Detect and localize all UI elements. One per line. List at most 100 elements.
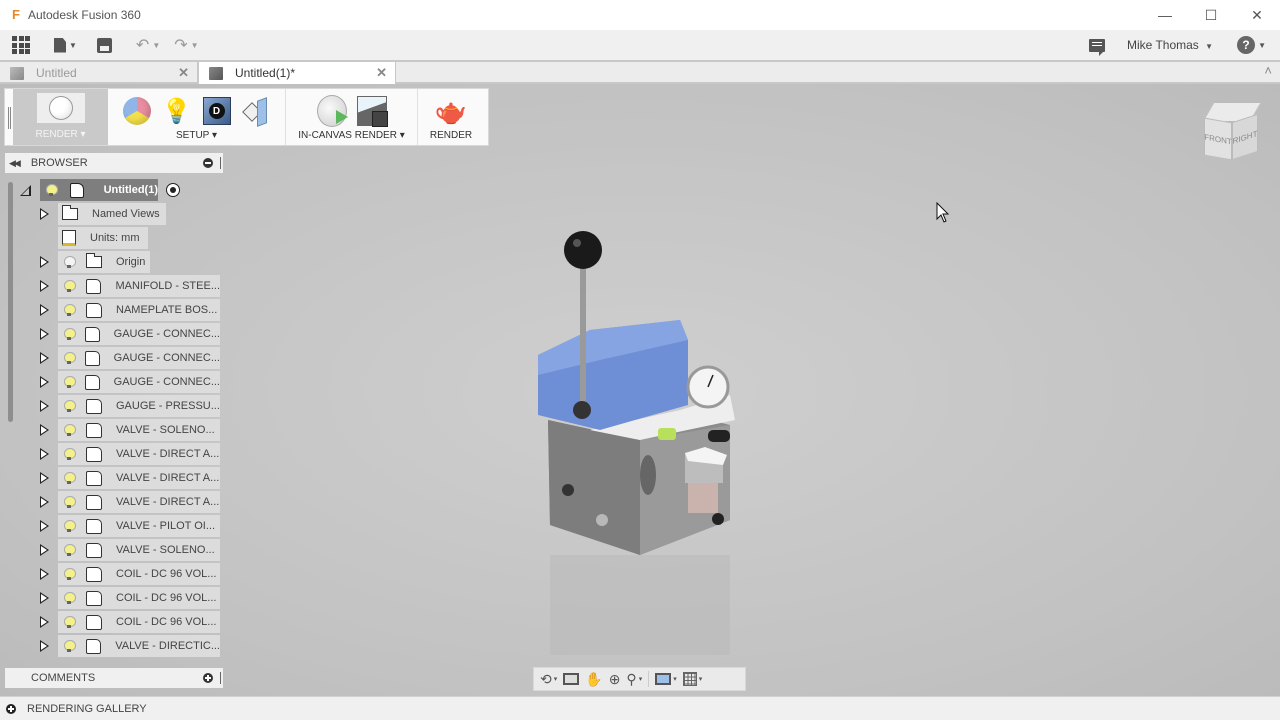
tree-item[interactable]: VALVE - DIRECT A... — [0, 491, 230, 513]
tree-item[interactable]: GAUGE - CONNEC... — [0, 347, 230, 369]
section-analysis-button[interactable] — [242, 96, 272, 126]
expand-closed-icon[interactable] — [40, 472, 49, 484]
tree-item[interactable]: COIL - DC 96 VOL... — [0, 587, 230, 609]
expand-closed-icon[interactable] — [40, 640, 49, 652]
user-menu[interactable]: Mike Thomas ▼ — [1127, 38, 1213, 52]
tree-node[interactable]: COIL - DC 96 VOL... — [58, 611, 220, 633]
hydraulic-manifold-model[interactable] — [530, 225, 760, 665]
expand-closed-icon[interactable] — [40, 256, 49, 268]
tree-item[interactable]: COIL - DC 96 VOL... — [0, 611, 230, 633]
visibility-bulb-icon[interactable] — [64, 424, 76, 436]
viewcube-front-face[interactable]: FRONT — [1204, 117, 1232, 161]
tab-untitled[interactable]: Untitled ✕ — [0, 62, 198, 84]
tree-node[interactable]: GAUGE - CONNEC... — [58, 371, 220, 393]
tree-node[interactable]: Origin — [58, 251, 150, 273]
zoom-button[interactable]: ⊕ — [609, 669, 621, 689]
in-canvas-render-dropdown[interactable]: IN-CANVAS RENDER ▾ — [298, 130, 405, 141]
texture-map-button[interactable]: D — [202, 96, 232, 126]
expand-closed-icon[interactable] — [40, 568, 49, 580]
visibility-bulb-icon[interactable] — [64, 328, 77, 340]
tab-untitled-1[interactable]: Untitled(1)* ✕ — [198, 62, 396, 84]
tree-item[interactable]: Origin — [0, 251, 230, 273]
tree-item[interactable]: VALVE - DIRECT A... — [0, 467, 230, 489]
tree-node[interactable]: GAUGE - PRESSU... — [58, 395, 220, 417]
tree-node[interactable]: VALVE - SOLENO... — [58, 419, 220, 441]
tree-item[interactable]: MANIFOLD - STEE... — [0, 275, 230, 297]
viewcube-right-face[interactable]: RIGHT — [1232, 113, 1258, 161]
expand-closed-icon[interactable] — [40, 376, 49, 388]
expand-closed-icon[interactable] — [40, 496, 49, 508]
collapse-toolbar-icon[interactable]: ˄ — [1264, 63, 1272, 78]
look-at-button[interactable] — [563, 669, 580, 689]
tree-item[interactable]: VALVE - SOLENO... — [0, 419, 230, 441]
visibility-bulb-icon[interactable] — [64, 256, 76, 268]
tree-node[interactable]: COIL - DC 96 VOL... — [58, 563, 220, 585]
viewcube[interactable]: FRONT RIGHT — [1200, 100, 1264, 164]
tree-node[interactable]: COIL - DC 96 VOL... — [58, 587, 220, 609]
minimize-button[interactable]: — — [1142, 0, 1188, 30]
redo-button[interactable]: ↷ ▼ — [160, 30, 198, 60]
tree-item[interactable]: COIL - DC 96 VOL... — [0, 563, 230, 585]
visibility-bulb-icon[interactable] — [64, 520, 76, 532]
visibility-bulb-icon[interactable] — [64, 496, 76, 508]
tree-item[interactable]: VALVE - DIRECTIC... — [0, 635, 230, 657]
appearance-button[interactable] — [122, 96, 152, 126]
expand-closed-icon[interactable] — [40, 424, 49, 436]
tree-node[interactable]: NAMEPLATE BOS... — [58, 299, 220, 321]
in-canvas-render-button[interactable] — [316, 95, 348, 127]
expand-closed-icon[interactable] — [40, 616, 49, 628]
visibility-bulb-icon[interactable] — [64, 376, 77, 388]
root-node[interactable]: Untitled(1) — [40, 179, 158, 201]
tree-item[interactable]: GAUGE - PRESSU... — [0, 395, 230, 417]
collapse-browser-icon[interactable]: ◀◀ — [9, 158, 21, 169]
tree-node[interactable]: VALVE - DIRECTIC... — [58, 635, 220, 657]
tree-node[interactable]: GAUGE - CONNEC... — [58, 347, 220, 369]
visibility-bulb-icon[interactable] — [46, 184, 58, 196]
scene-settings-button[interactable]: 💡 — [162, 96, 192, 126]
expand-open-icon[interactable] — [20, 185, 31, 196]
tree-item[interactable]: VALVE - DIRECT A... — [0, 443, 230, 465]
expand-closed-icon[interactable] — [40, 400, 49, 412]
visibility-bulb-icon[interactable] — [64, 400, 76, 412]
capture-image-button[interactable] — [356, 96, 388, 127]
close-button[interactable]: ✕ — [1234, 0, 1280, 30]
visibility-bulb-icon[interactable] — [64, 616, 76, 628]
job-status-icon[interactable] — [1089, 38, 1105, 56]
tree-node[interactable]: MANIFOLD - STEE... — [58, 275, 220, 297]
visibility-bulb-icon[interactable] — [64, 568, 76, 580]
tree-node[interactable]: VALVE - SOLENO... — [58, 539, 220, 561]
maximize-button[interactable]: ☐ — [1188, 0, 1234, 30]
visibility-bulb-icon[interactable] — [64, 352, 77, 364]
save-button[interactable] — [77, 30, 112, 60]
grid-settings-button[interactable]: ▾ — [682, 669, 702, 689]
render-label[interactable]: RENDER — [430, 130, 472, 141]
tree-item[interactable]: VALVE - SOLENO... — [0, 539, 230, 561]
visibility-bulb-icon[interactable] — [64, 304, 76, 316]
browser-header[interactable]: ◀◀ BROWSER — [5, 153, 223, 173]
tree-node[interactable]: VALVE - PILOT OI... — [58, 515, 220, 537]
expand-closed-icon[interactable] — [40, 448, 49, 460]
expand-closed-icon[interactable] — [40, 520, 49, 532]
expand-gallery-icon[interactable] — [6, 703, 16, 714]
visibility-bulb-icon[interactable] — [64, 280, 76, 292]
tree-item[interactable]: Named Views — [0, 203, 230, 225]
help-button[interactable]: ? ▼ — [1237, 36, 1266, 54]
visibility-bulb-icon[interactable] — [64, 544, 76, 556]
expand-closed-icon[interactable] — [40, 328, 49, 340]
workspace-switcher[interactable]: RENDER ▾ — [13, 89, 108, 145]
minimize-panel-icon[interactable] — [203, 158, 213, 168]
tree-node[interactable]: Units: mm — [58, 227, 148, 249]
visibility-bulb-icon[interactable] — [64, 472, 76, 484]
panel-resize-handle[interactable] — [220, 672, 221, 684]
comments-panel-header[interactable]: COMMENTS — [5, 668, 223, 688]
add-comment-icon[interactable] — [203, 673, 213, 683]
tree-item[interactable]: VALVE - PILOT OI... — [0, 515, 230, 537]
tree-item[interactable]: GAUGE - CONNEC... — [0, 323, 230, 345]
expand-closed-icon[interactable] — [40, 208, 49, 220]
close-tab-icon[interactable]: ✕ — [376, 65, 387, 81]
expand-closed-icon[interactable] — [40, 544, 49, 556]
rendering-gallery-bar[interactable]: RENDERING GALLERY — [0, 696, 1280, 720]
tree-item[interactable]: GAUGE - CONNEC... — [0, 371, 230, 393]
data-panel-button[interactable] — [0, 30, 30, 60]
setup-dropdown[interactable]: SETUP ▾ — [176, 130, 217, 141]
